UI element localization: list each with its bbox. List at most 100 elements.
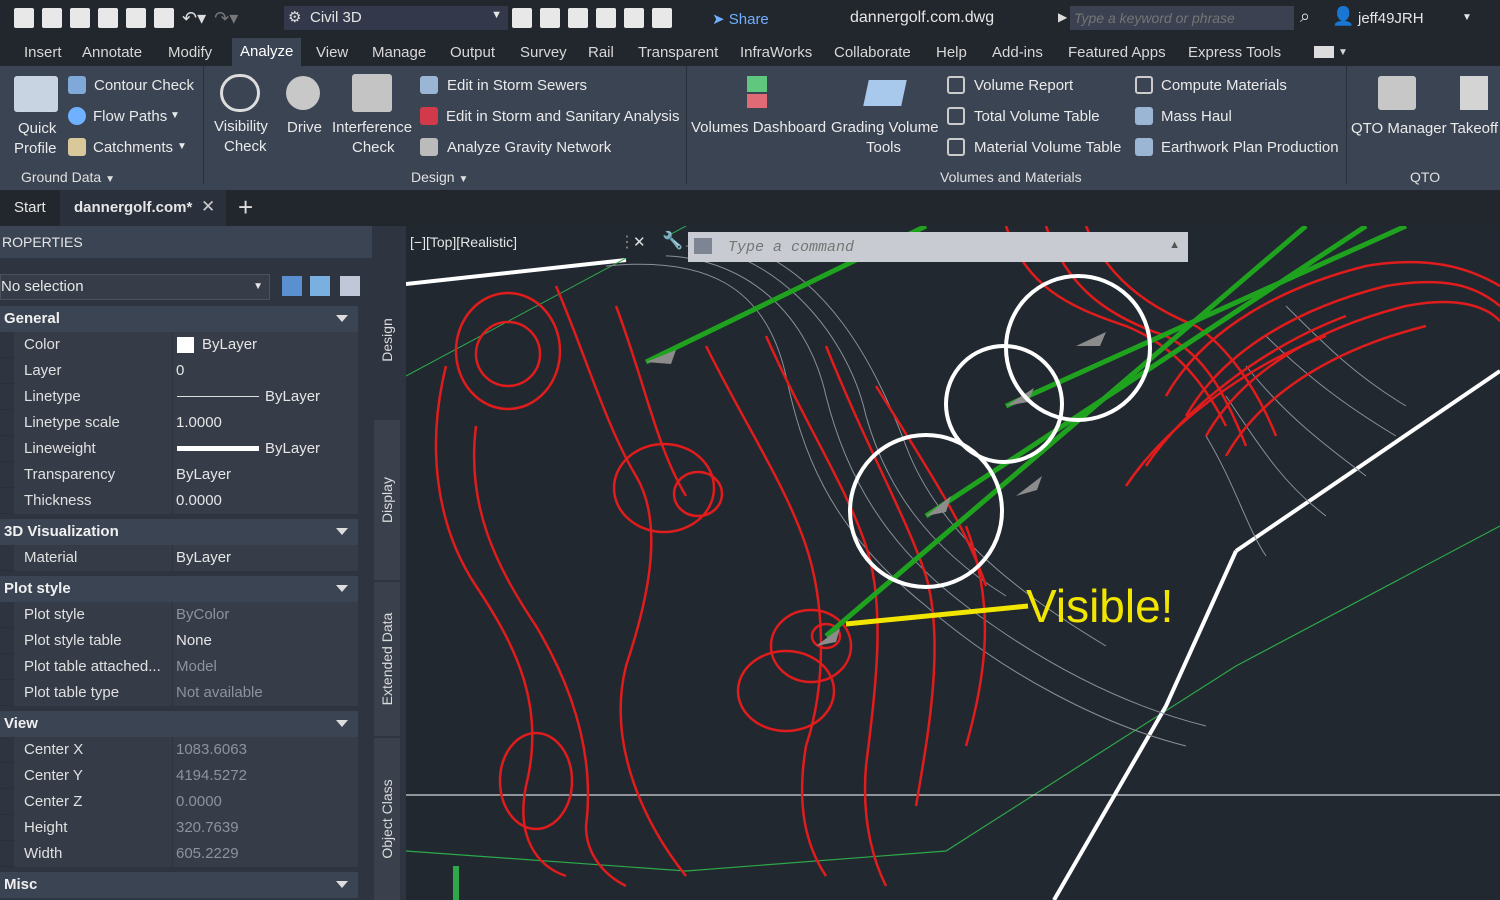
user-name[interactable]: jeff49JRH [1358,10,1424,27]
selection-dropdown[interactable]: No selection ▼ [0,274,270,300]
tab-start[interactable]: Start [14,199,46,216]
ribbon-toggle-chevron-icon[interactable]: ▼ [1338,47,1348,58]
close-tab-icon[interactable]: ✕ [201,197,215,217]
total-volume-table-button[interactable]: Total Volume Table [974,108,1100,125]
open-web-icon[interactable] [126,8,146,28]
prop-row-lineweight[interactable]: Lineweight ByLayer [0,436,358,462]
material-volume-table-button[interactable]: Material Volume Table [974,139,1121,156]
quick-select-icon[interactable] [340,276,360,296]
area-icon[interactable] [568,8,588,28]
lasso-icon[interactable] [624,8,644,28]
grading-volume-label-1[interactable]: Grading Volume [831,119,939,136]
contour-check-button[interactable]: Contour Check [94,77,194,94]
distance-icon[interactable] [596,8,616,28]
drive-button[interactable]: Drive [287,119,322,136]
side-tab-object-class[interactable]: Object Class [374,738,400,900]
edit-storm-sewers-button[interactable]: Edit in Storm Sewers [447,77,587,94]
new-icon[interactable] [14,8,34,28]
undo-icon[interactable]: ↶▾ [182,8,206,28]
design-panel-title[interactable]: Design ▼ [411,169,468,185]
edit-storm-sanitary-button[interactable]: Edit in Storm and Sanitary Analysis [446,108,679,125]
tab-add-ins[interactable]: Add-ins [992,44,1043,61]
tab-modify[interactable]: Modify [168,44,212,61]
wrench-icon[interactable]: 🔧 [662,231,683,251]
prop-row-plot-table-attached[interactable]: Plot table attached... Model [0,654,358,680]
tab-view[interactable]: View [316,44,348,61]
close-command-icon[interactable]: ✕ [633,233,646,251]
command-input[interactable] [728,236,1148,258]
prop-row-center-x[interactable]: Center X 1083.6063 [0,737,358,763]
prop-row-height[interactable]: Height 320.7639 [0,815,358,841]
category-3d-visualization[interactable]: 3D Visualization [0,519,358,545]
print-icon[interactable] [154,8,174,28]
tab-infraworks[interactable]: InfraWorks [740,44,812,61]
analyze-gravity-network-button[interactable]: Analyze Gravity Network [447,139,611,156]
prop-row-linetype-scale[interactable]: Linetype scale 1.0000 [0,410,358,436]
sum-icon[interactable] [512,8,532,28]
save-as-icon[interactable] [98,8,118,28]
prop-row-material[interactable]: Material ByLayer [0,545,358,571]
prop-row-plot-style-table[interactable]: Plot style table None [0,628,358,654]
side-tab-design[interactable]: Design [374,262,400,418]
prop-row-plot-table-type[interactable]: Plot table type Not available [0,680,358,706]
mass-haul-button[interactable]: Mass Haul [1161,108,1232,125]
prop-row-plot-style[interactable]: Plot style ByColor [0,602,358,628]
flow-paths-chevron-icon[interactable]: ▼ [170,110,180,121]
visibility-label-2[interactable]: Check [224,138,267,155]
ground-data-panel-title[interactable]: Ground Data ▼ [21,169,115,185]
tab-drawing[interactable]: dannergolf.com* ✕ [60,190,226,226]
drawing-viewport[interactable]: Visible! [−][Top][Realistic] ⋮ ✕ 🔧 ▲ [406,226,1500,900]
side-tab-display[interactable]: Display [374,420,400,580]
grading-volume-label-2[interactable]: Tools [866,139,901,156]
search-icon[interactable]: ⌕ [1300,6,1310,27]
tab-help[interactable]: Help [936,44,967,61]
prop-row-color[interactable]: Color ByLayer [0,332,358,358]
interference-label-1[interactable]: Interference [332,119,412,136]
tab-rail[interactable]: Rail [588,44,614,61]
prop-row-transparency[interactable]: Transparency ByLayer [0,462,358,488]
viewport-controls[interactable]: [−][Top][Realistic] [410,234,517,250]
category-plot-style[interactable]: Plot style [0,576,358,602]
visibility-label-1[interactable]: Visibility [214,118,268,135]
catchments-chevron-icon[interactable]: ▼ [177,141,187,152]
flow-paths-button[interactable]: Flow Paths [93,108,167,125]
volume-report-button[interactable]: Volume Report [974,77,1073,94]
workspace-dropdown[interactable]: ⚙ Civil 3D ▼ [284,6,508,30]
match-icon[interactable] [540,8,560,28]
catchments-button[interactable]: Catchments [93,139,173,156]
tab-annotate[interactable]: Annotate [82,44,142,61]
tab-transparent[interactable]: Transparent [638,44,718,61]
compute-materials-button[interactable]: Compute Materials [1161,77,1287,94]
command-history-icon[interactable] [694,238,712,254]
redo-icon[interactable]: ↷▾ [214,8,238,28]
prop-row-center-y[interactable]: Center Y 4194.5272 [0,763,358,789]
prop-row-layer[interactable]: Layer 0 [0,358,358,384]
quick-profile-label-2[interactable]: Profile [14,140,57,157]
tab-express-tools[interactable]: Express Tools [1188,44,1281,61]
prop-row-center-z[interactable]: Center Z 0.0000 [0,789,358,815]
toggle-pickadd-icon[interactable] [282,276,302,296]
earthwork-plan-production-button[interactable]: Earthwork Plan Production [1161,139,1339,156]
takeoff-button[interactable]: Takeoff [1450,120,1498,137]
command-line[interactable]: ▲ [688,232,1188,262]
prop-row-width[interactable]: Width 605.2229 [0,841,358,867]
prop-row-thickness[interactable]: Thickness 0.0000 [0,488,358,514]
tab-insert[interactable]: Insert [24,44,62,61]
open-icon[interactable] [42,8,62,28]
tab-manage[interactable]: Manage [372,44,426,61]
chevron-right-icon[interactable]: ▶ [1058,10,1067,24]
save-icon[interactable] [70,8,90,28]
category-misc[interactable]: Misc [0,872,358,898]
volumes-dashboard-button[interactable]: Volumes Dashboard [691,119,826,136]
ribbon-toggle-icon[interactable] [1314,46,1334,58]
new-tab-icon[interactable]: + [238,192,253,223]
drawing-canvas[interactable]: Visible! [406,226,1500,900]
user-chevron-icon[interactable]: ▼ [1462,12,1472,23]
share-button[interactable]: ➤ Share [712,10,769,28]
prop-row-linetype[interactable]: Linetype ByLayer [0,384,358,410]
interference-label-2[interactable]: Check [352,139,395,156]
select-icon[interactable] [652,8,672,28]
category-general[interactable]: General [0,306,358,332]
search-input[interactable] [1070,6,1294,30]
command-expand-icon[interactable]: ▲ [1169,239,1180,251]
